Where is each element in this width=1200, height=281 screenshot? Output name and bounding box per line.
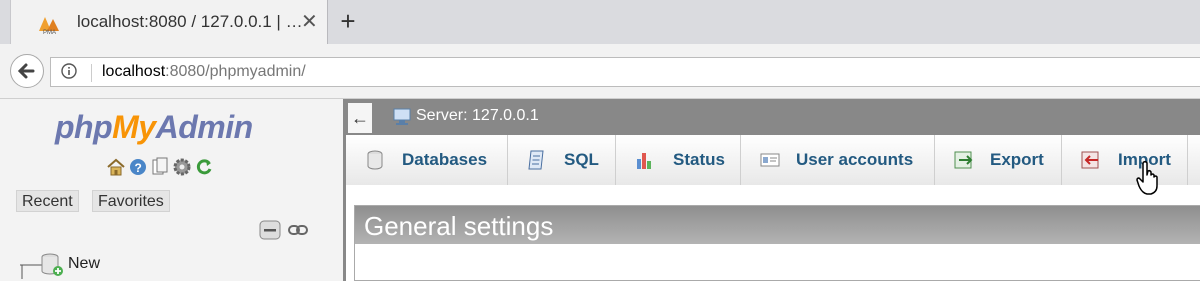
tab-import[interactable]: Import [1062, 135, 1188, 185]
nav-tab-favorites[interactable]: Favorites [92, 190, 170, 212]
tab-label: SQL [564, 150, 599, 169]
new-database-icon [20, 253, 63, 279]
plus-icon[interactable]: + [335, 6, 361, 37]
reload-icon[interactable] [194, 157, 214, 177]
general-settings-panel: General settings [354, 205, 1200, 281]
browser-tab[interactable]: PMA localhost:8080 / 127.0.0.1 | … ✕ [10, 0, 328, 44]
svg-text:PMA: PMA [43, 30, 56, 35]
tab-sql[interactable]: SQL [508, 135, 616, 185]
info-icon[interactable] [61, 63, 77, 79]
url-host: localhost [102, 63, 166, 80]
status-chart-icon [637, 153, 651, 169]
logo-my: My [112, 109, 156, 145]
tab-label: Databases [402, 150, 488, 169]
logo-php: php [55, 109, 113, 145]
home-icon[interactable] [106, 157, 126, 177]
svg-text:?: ? [135, 161, 142, 175]
settings-icon[interactable] [172, 157, 192, 177]
url-separator [91, 64, 92, 82]
back-arrow-icon [17, 63, 35, 79]
address-bar[interactable]: localhost:8080/phpmyadmin/ [50, 57, 1200, 87]
main-content: General settings [346, 185, 1200, 281]
tab-label: Export [990, 150, 1044, 169]
sql-icon [528, 150, 544, 170]
tab-status[interactable]: Status [616, 135, 741, 185]
link-icon[interactable] [288, 223, 308, 237]
hand-cursor-icon [1136, 160, 1158, 195]
browser-tabstrip: PMA localhost:8080 / 127.0.0.1 | … ✕ + [0, 0, 1200, 44]
tab-label: User accounts [796, 150, 914, 169]
docs-icon[interactable] [150, 157, 170, 177]
phpmyadmin-logo[interactable]: phpMyAdmin [55, 109, 253, 146]
user-accounts-icon [760, 153, 780, 167]
server-breadcrumb-bar: ← Server: 127.0.0.1 [346, 99, 1200, 135]
general-settings-title: General settings [355, 206, 1200, 244]
logo-admin: Admin [155, 109, 254, 145]
tree-item-new[interactable]: New [20, 249, 140, 279]
phpmyadmin-favicon: PMA [39, 17, 59, 35]
tab-export[interactable]: Export [935, 135, 1062, 185]
url-path: :8080/phpmyadmin/ [165, 63, 306, 80]
help-icon[interactable]: ? [128, 157, 148, 177]
nav-tab-recent[interactable]: Recent [16, 190, 79, 212]
export-icon [954, 151, 973, 169]
tree-item-label: New [68, 255, 101, 272]
url-text[interactable]: localhost:8080/phpmyadmin/ [102, 63, 306, 81]
tab-databases[interactable]: Databases [346, 135, 508, 185]
navigation-panel: phpMyAdmin ? Recent Favorites New [0, 99, 343, 281]
tab-label: Status [673, 150, 725, 169]
database-icon [367, 150, 383, 170]
server-icon [393, 108, 411, 125]
back-button[interactable] [10, 54, 44, 88]
main-top-menu: Databases SQL Status User accounts Expor… [346, 135, 1200, 186]
tab-user-accounts[interactable]: User accounts [741, 135, 935, 185]
collapse-nav-button[interactable]: ← [348, 103, 372, 133]
close-icon[interactable]: ✕ [301, 9, 318, 34]
tab-title: localhost:8080 / 127.0.0.1 | … [77, 12, 303, 31]
server-link[interactable]: Server: 127.0.0.1 [416, 107, 539, 125]
browser-toolbar: localhost:8080/phpmyadmin/ [0, 44, 1200, 99]
collapse-all-icon[interactable] [259, 220, 281, 240]
import-icon [1081, 151, 1099, 169]
